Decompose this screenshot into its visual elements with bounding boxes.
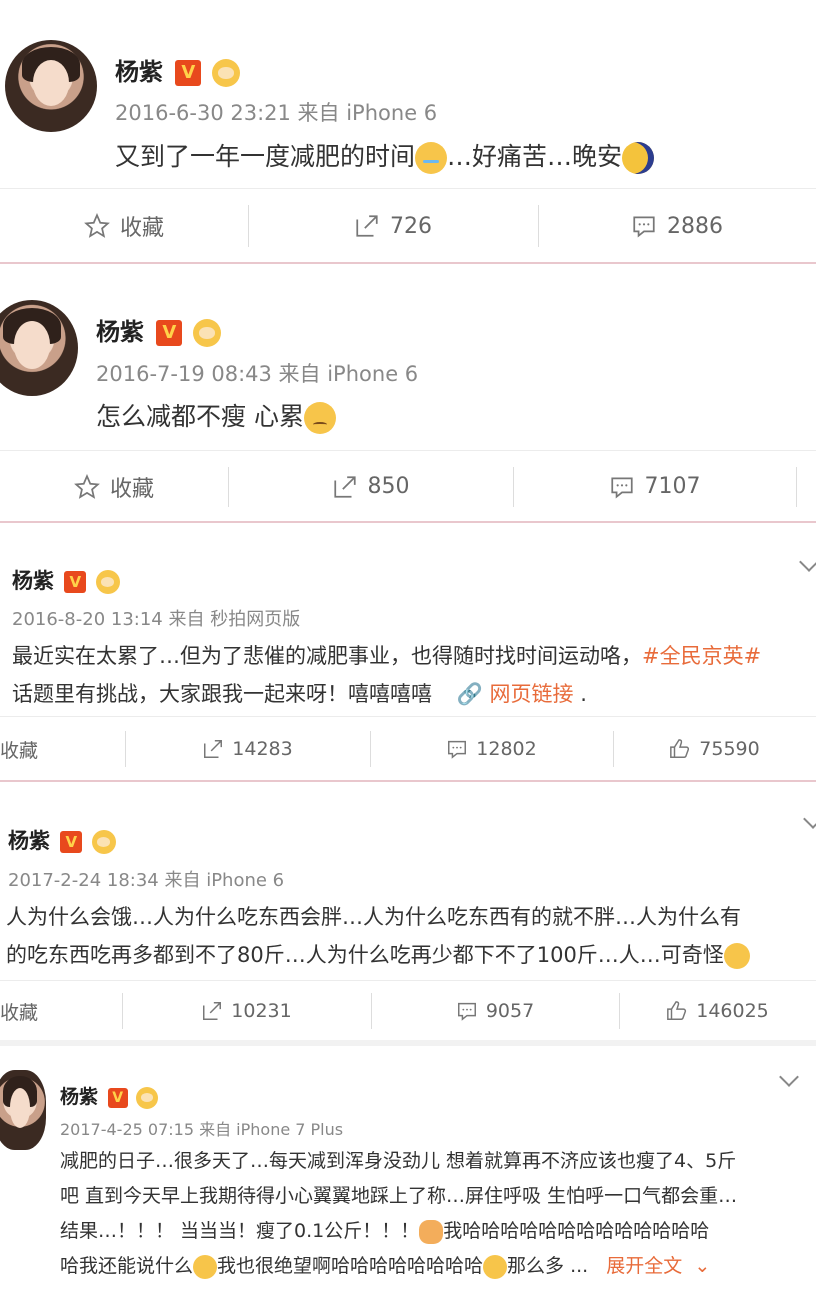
verified-badge-icon: V	[60, 831, 83, 853]
weibo-post-5: 杨紫 V 2017-4-25 07:15 来自 iPhone 7 Plus 减肥…	[0, 1046, 816, 1306]
repost-button[interactable]: 850	[228, 451, 513, 521]
post-meta: 2016-7-19 08:43 来自 iPhone 6	[96, 362, 419, 386]
post-meta: 2016-6-30 23:21 来自 iPhone 6	[115, 101, 438, 125]
favorite-button[interactable]: 收藏	[0, 717, 125, 780]
username[interactable]: 杨紫 V	[115, 52, 240, 87]
verified-badge-icon: V	[64, 571, 87, 593]
post-text: 怎么减都不瘦 心累	[96, 397, 336, 434]
repost-icon	[203, 1002, 222, 1020]
post-meta: 2017-4-25 07:15 来自 iPhone 7 Plus	[60, 1120, 344, 1139]
post-text: 减肥的日子…很多天了…每天减到浑身没劲儿 想着就算再不济应该也瘦了4、5斤 吧 …	[60, 1150, 738, 1279]
divider	[796, 467, 797, 507]
expand-full-text-link[interactable]: 展开全文	[606, 1255, 682, 1277]
crying-emoji-icon	[415, 142, 448, 174]
hashtag-link[interactable]: #全民京英#	[642, 644, 761, 668]
avatar[interactable]	[5, 40, 97, 132]
post-text: 人为什么会饿…人为什么吃东西会胖…人为什么吃东西有的就不胖…人为什么有 的吃东西…	[6, 898, 814, 974]
username-text[interactable]: 杨紫	[12, 569, 54, 593]
cat-emoji-icon	[419, 1219, 444, 1244]
repost-button[interactable]: 10231	[122, 981, 371, 1040]
post-text: 又到了一年一度减肥的时间 …好痛苦…晚安	[115, 137, 655, 174]
moon-emoji-icon	[622, 142, 655, 174]
repost-icon	[204, 740, 223, 758]
comment-icon	[457, 1002, 476, 1021]
repost-icon	[356, 215, 378, 237]
vip-crown-icon	[91, 830, 116, 854]
username[interactable]: 杨紫 V	[8, 825, 116, 855]
like-button[interactable]: 75590	[613, 717, 816, 780]
verified-badge-icon: V	[156, 320, 183, 346]
weibo-post-1: 杨紫 V 2016-6-30 23:21 来自 iPhone 6 又到了一年一度…	[0, 0, 816, 262]
comment-icon	[448, 740, 467, 759]
vip-crown-icon	[211, 59, 240, 87]
comment-button[interactable]: 9057	[371, 981, 619, 1040]
avatar[interactable]	[0, 300, 78, 396]
verified-badge-icon: V	[107, 1087, 128, 1108]
comment-button[interactable]: 12802	[370, 717, 613, 780]
username[interactable]: 杨紫 V	[12, 565, 120, 595]
web-link[interactable]: 🔗 网页链接	[457, 682, 574, 706]
vip-crown-icon	[95, 570, 120, 594]
weibo-post-3: 杨紫 V 2016-8-20 13:14 来自 秒拍网页版 最近实在太累了…但为…	[0, 523, 816, 780]
expand-chevron-icon[interactable]: ⌄	[694, 1255, 710, 1277]
username-text[interactable]: 杨紫	[60, 1086, 98, 1108]
post-actions: 收藏 14283 12802 75590	[0, 716, 816, 780]
hug-emoji-icon	[723, 943, 750, 969]
username-text[interactable]: 杨紫	[115, 58, 163, 86]
vip-crown-icon	[192, 319, 221, 347]
thumbs-up-icon	[670, 739, 690, 758]
repost-icon	[333, 475, 356, 498]
post-actions: 收藏 850 7107	[0, 450, 816, 521]
username-text[interactable]: 杨紫	[8, 829, 50, 853]
post-actions: 收藏 726 2886	[0, 188, 816, 262]
comment-button[interactable]: 7107	[513, 451, 796, 521]
chevron-down-icon[interactable]	[803, 809, 816, 829]
comment-icon	[610, 476, 633, 499]
weibo-post-2: 杨紫 V 2016-7-19 08:43 来自 iPhone 6 怎么减都不瘦 …	[0, 264, 816, 521]
comment-icon	[633, 216, 655, 238]
post-meta: 2017-2-24 18:34 来自 iPhone 6	[8, 870, 285, 891]
chevron-down-icon[interactable]	[779, 1067, 799, 1087]
post-meta: 2016-8-20 13:14 来自 秒拍网页版	[12, 609, 301, 630]
verified-badge-icon: V	[175, 60, 202, 86]
weibo-post-4: 杨紫 V 2017-2-24 18:34 来自 iPhone 6 人为什么会饿……	[0, 782, 816, 1040]
hug-emoji-icon	[193, 1254, 218, 1279]
favorite-button[interactable]: 收藏	[0, 451, 228, 521]
star-icon	[74, 473, 100, 499]
repost-button[interactable]: 726	[248, 189, 538, 262]
comment-button[interactable]: 2886	[538, 189, 816, 262]
link-icon: 🔗	[456, 682, 483, 706]
post-actions: 收藏 10231 9057 146025	[0, 980, 816, 1040]
like-button[interactable]: 146025	[619, 981, 816, 1040]
post-text: 最近实在太累了…但为了悲催的减肥事业，也得随时找时间运动咯，#全民京英# 话题里…	[12, 644, 762, 706]
star-icon	[84, 213, 110, 238]
hug-emoji-icon	[483, 1254, 508, 1279]
repost-button[interactable]: 14283	[125, 717, 370, 780]
avatar[interactable]	[0, 1070, 46, 1150]
thumbs-up-icon	[667, 1001, 687, 1020]
username-text[interactable]: 杨紫	[96, 318, 144, 346]
username[interactable]: 杨紫 V	[60, 1082, 159, 1109]
favorite-button[interactable]: 收藏	[0, 981, 122, 1040]
sad-emoji-icon	[303, 402, 336, 434]
vip-crown-icon	[136, 1086, 159, 1109]
chevron-down-icon[interactable]	[799, 552, 816, 572]
username[interactable]: 杨紫 V	[96, 312, 221, 347]
favorite-button[interactable]: 收藏	[0, 189, 248, 262]
